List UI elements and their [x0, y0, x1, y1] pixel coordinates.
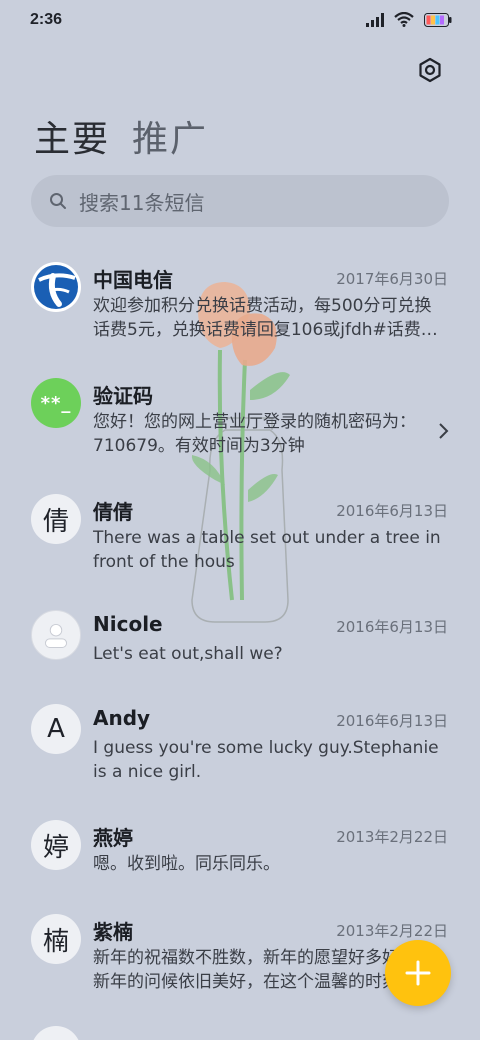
contact-name: 燕婷	[93, 826, 133, 850]
plus-icon	[405, 960, 431, 986]
chevron-right-icon[interactable]	[436, 422, 450, 440]
message-preview: There was a table set out under a tree i…	[93, 528, 441, 572]
avatar: 倩	[31, 494, 81, 544]
settings-button[interactable]	[416, 56, 444, 84]
search-bar[interactable]: 搜索11条短信	[31, 175, 449, 227]
tab-primary[interactable]: 主要	[34, 110, 110, 162]
contact-name: 验证码	[93, 384, 153, 408]
conversation-row[interactable]: A Andy 2016年6月13日 I guess you're some lu…	[0, 688, 480, 804]
contact-name: Nicole	[93, 612, 163, 636]
tab-bar: 主要 推广	[34, 110, 208, 162]
tab-promotions[interactable]: 推广	[132, 110, 208, 162]
conversation-row[interactable]: Nicole 2016年6月13日 Let's eat out,shall we…	[0, 594, 480, 688]
person-icon	[44, 623, 68, 648]
message-preview: 您好！您的网上营业厅登录的随机密码为：710679。有效时间为3分钟	[93, 412, 416, 456]
avatar	[31, 610, 81, 660]
message-preview: 嗯。收到啦。同乐同乐。	[93, 854, 280, 874]
conversation-row[interactable]: **_ 验证码 您好！您的网上营业厅登录的随机密码为：710679。有效时间为3…	[0, 362, 480, 478]
telecom-logo	[31, 262, 81, 312]
conversation-row-partial[interactable]	[0, 1020, 480, 1040]
contact-name: Andy	[93, 706, 151, 730]
conversation-row[interactable]: 倩 倩倩 2016年6月13日 There was a table set ou…	[0, 478, 480, 594]
signal-icon	[366, 12, 384, 27]
avatar: A	[31, 704, 81, 754]
search-icon	[50, 193, 66, 209]
conversation-row[interactable]: 婷 燕婷 2013年2月22日 嗯。收到啦。同乐同乐。	[0, 804, 480, 898]
battery-icon	[424, 12, 452, 27]
message-date: 2013年2月22日	[336, 922, 448, 940]
message-preview: Let's eat out,shall we?	[93, 644, 283, 664]
conversation-row[interactable]: 中国电信 2017年6月30日 欢迎参加积分兑换话费活动，每500分可兑换话费5…	[0, 246, 480, 362]
avatar: 楠	[31, 914, 81, 964]
message-preview: I guess you're some lucky guy.Stephanie …	[93, 738, 439, 782]
contact-name: 紫楠	[93, 920, 133, 944]
search-placeholder: 搜索11条短信	[79, 190, 205, 215]
message-date: 2017年6月30日	[336, 270, 448, 288]
message-date: 2016年6月13日	[336, 712, 448, 730]
settings-icon	[419, 57, 441, 83]
message-date: 2016年6月13日	[336, 618, 448, 636]
status-bar: 2:36	[0, 0, 480, 40]
wifi-icon	[394, 12, 414, 27]
avatar: 婷	[31, 820, 81, 870]
message-preview: 欢迎参加积分兑换话费活动，每500分可兑换话费5元，兑换话费请回复106或jfd…	[93, 296, 438, 340]
avatar	[31, 1026, 81, 1040]
contact-name: 中国电信	[93, 268, 173, 292]
contact-name: 倩倩	[93, 500, 133, 524]
message-date: 2016年6月13日	[336, 502, 448, 520]
status-time: 2:36	[30, 11, 63, 28]
avatar: **_	[31, 378, 81, 428]
new-message-button[interactable]	[385, 940, 451, 1006]
message-date: 2013年2月22日	[336, 828, 448, 846]
